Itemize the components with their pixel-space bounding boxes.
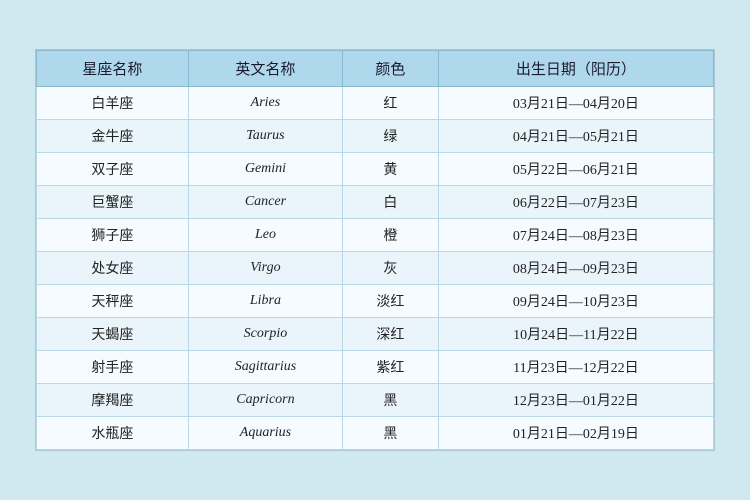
cell-english-name: Gemini [188, 153, 342, 186]
cell-english-name: Taurus [188, 120, 342, 153]
table-row: 白羊座Aries红03月21日—04月20日 [37, 87, 714, 120]
cell-chinese-name: 双子座 [37, 153, 189, 186]
cell-chinese-name: 巨蟹座 [37, 186, 189, 219]
header-english-name: 英文名称 [188, 51, 342, 87]
cell-english-name: Leo [188, 219, 342, 252]
table-row: 天秤座Libra淡红09月24日—10月23日 [37, 285, 714, 318]
table-body: 白羊座Aries红03月21日—04月20日金牛座Taurus绿04月21日—0… [37, 87, 714, 450]
header-chinese-name: 星座名称 [37, 51, 189, 87]
cell-birthdate: 04月21日—05月21日 [438, 120, 713, 153]
cell-chinese-name: 射手座 [37, 351, 189, 384]
cell-birthdate: 12月23日—01月22日 [438, 384, 713, 417]
zodiac-table: 星座名称 英文名称 颜色 出生日期（阳历） 白羊座Aries红03月21日—04… [36, 50, 714, 450]
header-color: 颜色 [343, 51, 439, 87]
cell-color: 黑 [343, 417, 439, 450]
cell-english-name: Capricorn [188, 384, 342, 417]
cell-color: 紫红 [343, 351, 439, 384]
cell-chinese-name: 摩羯座 [37, 384, 189, 417]
cell-color: 黑 [343, 384, 439, 417]
cell-english-name: Libra [188, 285, 342, 318]
cell-birthdate: 05月22日—06月21日 [438, 153, 713, 186]
cell-english-name: Aquarius [188, 417, 342, 450]
cell-birthdate: 06月22日—07月23日 [438, 186, 713, 219]
cell-chinese-name: 处女座 [37, 252, 189, 285]
cell-english-name: Aries [188, 87, 342, 120]
cell-english-name: Sagittarius [188, 351, 342, 384]
cell-chinese-name: 金牛座 [37, 120, 189, 153]
cell-english-name: Cancer [188, 186, 342, 219]
table-row: 处女座Virgo灰08月24日—09月23日 [37, 252, 714, 285]
table-row: 天蝎座Scorpio深红10月24日—11月22日 [37, 318, 714, 351]
table-row: 金牛座Taurus绿04月21日—05月21日 [37, 120, 714, 153]
table-row: 狮子座Leo橙07月24日—08月23日 [37, 219, 714, 252]
cell-birthdate: 11月23日—12月22日 [438, 351, 713, 384]
cell-color: 灰 [343, 252, 439, 285]
cell-color: 橙 [343, 219, 439, 252]
zodiac-table-container: 星座名称 英文名称 颜色 出生日期（阳历） 白羊座Aries红03月21日—04… [35, 49, 715, 451]
table-row: 巨蟹座Cancer白06月22日—07月23日 [37, 186, 714, 219]
cell-color: 白 [343, 186, 439, 219]
table-row: 射手座Sagittarius紫红11月23日—12月22日 [37, 351, 714, 384]
cell-chinese-name: 天秤座 [37, 285, 189, 318]
cell-color: 红 [343, 87, 439, 120]
cell-english-name: Scorpio [188, 318, 342, 351]
cell-chinese-name: 白羊座 [37, 87, 189, 120]
header-birthdate: 出生日期（阳历） [438, 51, 713, 87]
cell-birthdate: 08月24日—09月23日 [438, 252, 713, 285]
table-row: 摩羯座Capricorn黑12月23日—01月22日 [37, 384, 714, 417]
cell-color: 黄 [343, 153, 439, 186]
cell-chinese-name: 狮子座 [37, 219, 189, 252]
cell-color: 深红 [343, 318, 439, 351]
cell-chinese-name: 天蝎座 [37, 318, 189, 351]
cell-birthdate: 03月21日—04月20日 [438, 87, 713, 120]
cell-birthdate: 07月24日—08月23日 [438, 219, 713, 252]
cell-chinese-name: 水瓶座 [37, 417, 189, 450]
cell-color: 淡红 [343, 285, 439, 318]
cell-english-name: Virgo [188, 252, 342, 285]
table-row: 水瓶座Aquarius黑01月21日—02月19日 [37, 417, 714, 450]
cell-birthdate: 09月24日—10月23日 [438, 285, 713, 318]
cell-birthdate: 01月21日—02月19日 [438, 417, 713, 450]
cell-color: 绿 [343, 120, 439, 153]
cell-birthdate: 10月24日—11月22日 [438, 318, 713, 351]
table-row: 双子座Gemini黄05月22日—06月21日 [37, 153, 714, 186]
table-header-row: 星座名称 英文名称 颜色 出生日期（阳历） [37, 51, 714, 87]
